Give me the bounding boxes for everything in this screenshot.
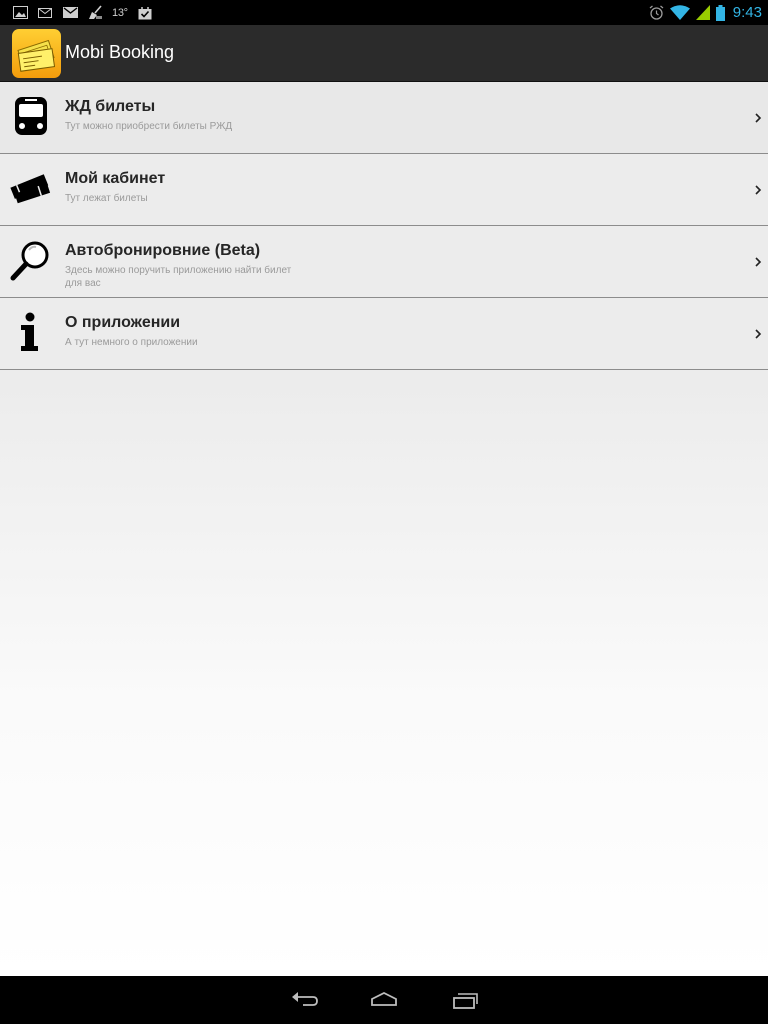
train-icon bbox=[9, 94, 53, 138]
clock-text: 9:43 bbox=[732, 4, 762, 21]
chevron-right-icon bbox=[754, 183, 762, 195]
menu-item-subtitle: А тут немного о приложении bbox=[65, 337, 198, 348]
magnifier-icon bbox=[9, 238, 53, 282]
main-menu: ЖД билеты Тут можно приобрести билеты РЖ… bbox=[0, 82, 768, 976]
menu-item-about[interactable]: О приложении А тут немного о приложении bbox=[0, 298, 768, 370]
gmail-icon bbox=[62, 5, 78, 21]
notification-icons: 13° bbox=[12, 4, 153, 21]
menu-item-title: Мой кабинет bbox=[65, 170, 166, 187]
menu-item-train-tickets[interactable]: ЖД билеты Тут можно приобрести билеты РЖ… bbox=[0, 82, 768, 154]
email-icon bbox=[37, 5, 53, 21]
wifi-icon bbox=[669, 5, 690, 21]
menu-item-subtitle: Тут можно приобрести билеты РЖД bbox=[65, 121, 233, 132]
menu-item-title: О приложении bbox=[65, 314, 181, 331]
navigation-bar bbox=[0, 976, 768, 1024]
action-bar: Mobi Booking bbox=[0, 25, 768, 82]
system-icons: 9:43 bbox=[649, 3, 762, 22]
back-icon[interactable] bbox=[289, 988, 319, 1012]
chevron-right-icon bbox=[754, 327, 762, 339]
battery-icon bbox=[715, 4, 725, 21]
menu-item-my-cabinet[interactable]: Мой кабинет Тут лежат билеты bbox=[0, 154, 768, 226]
status-bar: 13° 9:43 bbox=[0, 0, 768, 25]
chevron-right-icon bbox=[754, 111, 762, 123]
app-title: Mobi Booking bbox=[65, 42, 175, 62]
tickets-app-icon[interactable] bbox=[12, 29, 61, 78]
menu-item-subtitle: Здесь можно поручить приложению найти би… bbox=[65, 265, 292, 289]
task-icon bbox=[137, 5, 153, 21]
temperature-text: 13° bbox=[112, 6, 128, 19]
broom-icon bbox=[87, 5, 103, 21]
signal-icon bbox=[695, 5, 711, 21]
recent-apps-icon[interactable] bbox=[450, 988, 480, 1012]
alarm-icon bbox=[649, 5, 665, 21]
chevron-right-icon bbox=[754, 255, 762, 267]
tickets-icon bbox=[9, 166, 53, 210]
menu-item-auto-booking[interactable]: Автобронировние (Beta) Здесь можно поруч… bbox=[0, 226, 768, 298]
menu-item-subtitle: Тут лежат билеты bbox=[65, 193, 148, 204]
gallery-icon bbox=[12, 5, 28, 21]
menu-item-title: ЖД билеты bbox=[65, 98, 156, 115]
menu-item-title: Автобронировние (Beta) bbox=[65, 242, 261, 259]
home-icon[interactable] bbox=[369, 988, 399, 1012]
info-icon bbox=[9, 310, 53, 354]
